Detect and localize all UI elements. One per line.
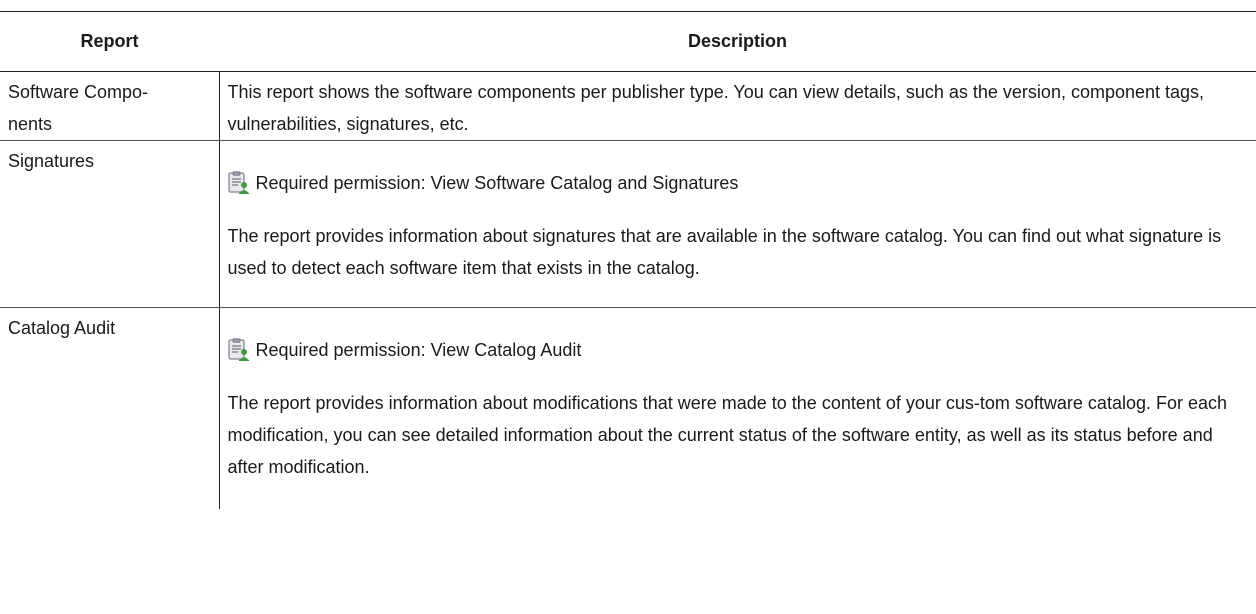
permission-text: Required permission: View Catalog Audit (255, 340, 582, 360)
table-row: Software Compo- nents This report shows … (0, 71, 1256, 141)
header-description: Description (219, 11, 1256, 72)
description-text: The report provides information about si… (227, 226, 1222, 278)
permission-text: Required permission: View Software Catal… (255, 173, 739, 193)
description-cell: Required permission: View Software Catal… (219, 140, 1256, 308)
table-header-row: Report Description (0, 11, 1256, 72)
description-cell: This report shows the software component… (219, 71, 1256, 141)
description-text: The report provides information about mo… (227, 393, 1228, 477)
report-name: Catalog Audit (8, 318, 116, 338)
required-permission: Required permission: View Catalog Audit (227, 334, 1243, 366)
report-name-line: nents (8, 114, 53, 134)
description-cell: Required permission: View Catalog Audit … (219, 308, 1256, 510)
report-name-cell: Signatures (0, 140, 220, 308)
header-report: Report (0, 11, 219, 72)
report-name-cell: Software Compo- nents (0, 71, 220, 141)
clipboard-user-icon (227, 338, 249, 361)
report-name-cell: Catalog Audit (0, 307, 220, 509)
table-row: Signatures Required permission: View Sof… (0, 140, 1256, 308)
report-name-line: Software Compo- (8, 82, 149, 102)
clipboard-user-icon (227, 171, 249, 194)
reports-table: Report Description Software Compo- nents… (0, 11, 1256, 509)
description-text: This report shows the software component… (227, 82, 1205, 134)
report-name: Signatures (8, 151, 95, 171)
required-permission: Required permission: View Software Catal… (227, 167, 1243, 199)
table-row: Catalog Audit Required permission: View … (0, 307, 1256, 510)
